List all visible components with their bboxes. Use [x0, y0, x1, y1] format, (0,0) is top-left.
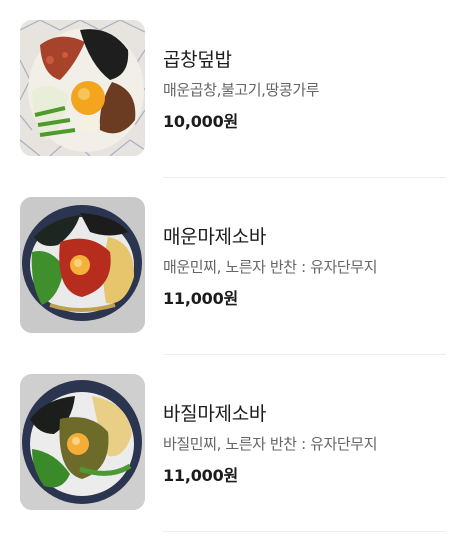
menu-item-gopchang-deopbap[interactable]: 곱창덮밥 매운곱창,불고기,땅콩가루 10,000원 [0, 0, 466, 177]
menu-item-photo[interactable] [20, 374, 145, 510]
menu-item-name: 곱창덮밥 [163, 49, 232, 71]
menu-item-basil-mazesoba[interactable]: 바질마제소바 바질민찌, 노른자 반찬 : 유자단무지 11,000원 [0, 354, 466, 531]
menu-item-spicy-mazesoba[interactable]: 매운마제소바 매운민찌, 노른자 반찬 : 유자단무지 11,000원 [0, 177, 466, 354]
menu-item-photo[interactable] [20, 20, 145, 156]
menu-item-price: 11,000원 [163, 466, 239, 485]
menu-item-price: 10,000원 [163, 112, 239, 131]
spicy-mazesoba-photo [20, 197, 145, 333]
menu-item-photo[interactable] [20, 197, 145, 333]
menu-item-description: 매운곱창,불고기,땅콩가루 [163, 81, 320, 99]
gopchang-rice-bowl-photo [20, 20, 145, 156]
menu-item-description: 매운민찌, 노른자 반찬 : 유자단무지 [163, 258, 378, 276]
basil-mazesoba-photo [20, 374, 145, 510]
menu-item-name: 바질마제소바 [163, 403, 267, 425]
menu-item-price: 11,000원 [163, 289, 239, 308]
divider [163, 531, 446, 532]
menu-item-name: 매운마제소바 [163, 226, 267, 248]
menu-item-description: 바질민찌, 노른자 반찬 : 유자단무지 [163, 435, 378, 453]
